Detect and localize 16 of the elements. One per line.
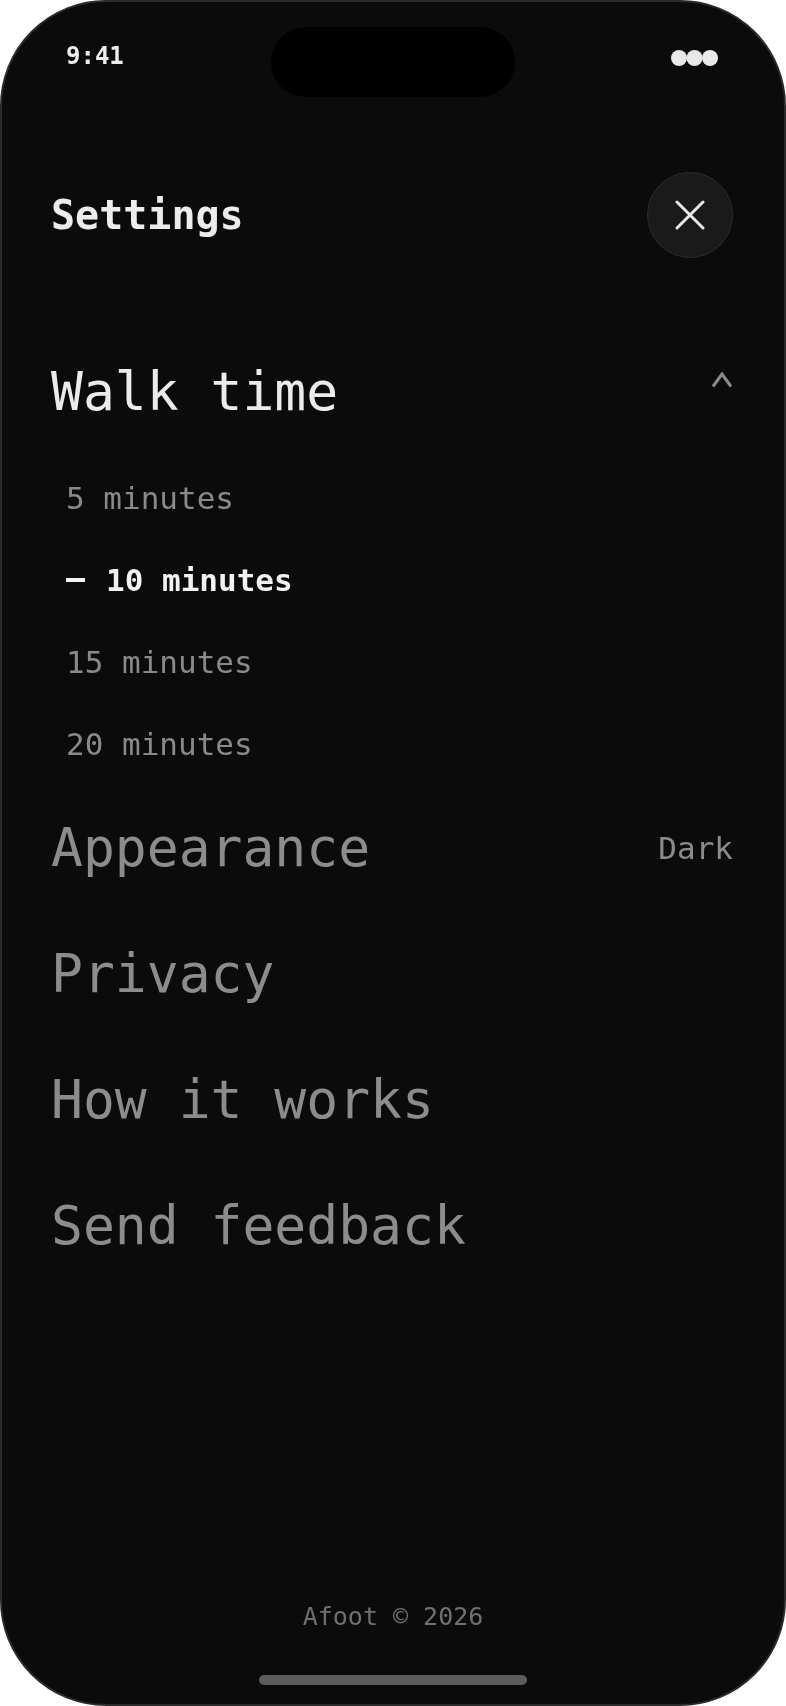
status-time: 9:41 xyxy=(66,44,124,68)
selected-dash-icon xyxy=(66,578,85,582)
appearance-value: Dark xyxy=(658,829,733,868)
close-icon xyxy=(675,200,705,230)
section-button[interactable]: Privacy xyxy=(51,942,275,1006)
section-button[interactable]: Walk time xyxy=(51,360,339,424)
section-button[interactable]: Appearance xyxy=(51,816,371,880)
walk-time-option[interactable]: 10 minutes xyxy=(66,560,293,600)
walk-time-option[interactable]: 15 minutes xyxy=(66,642,253,682)
settings-title: Settings xyxy=(51,191,244,239)
walk-time-option[interactable]: 20 minutes xyxy=(66,724,253,764)
status-dots-icon xyxy=(671,50,718,66)
section-button[interactable]: How it works xyxy=(51,1068,434,1132)
footer-copyright: Afoot © 2026 xyxy=(302,1602,484,1632)
section-button[interactable]: Send feedback xyxy=(51,1194,466,1258)
walk-time-option[interactable]: 5 minutes xyxy=(66,478,234,518)
